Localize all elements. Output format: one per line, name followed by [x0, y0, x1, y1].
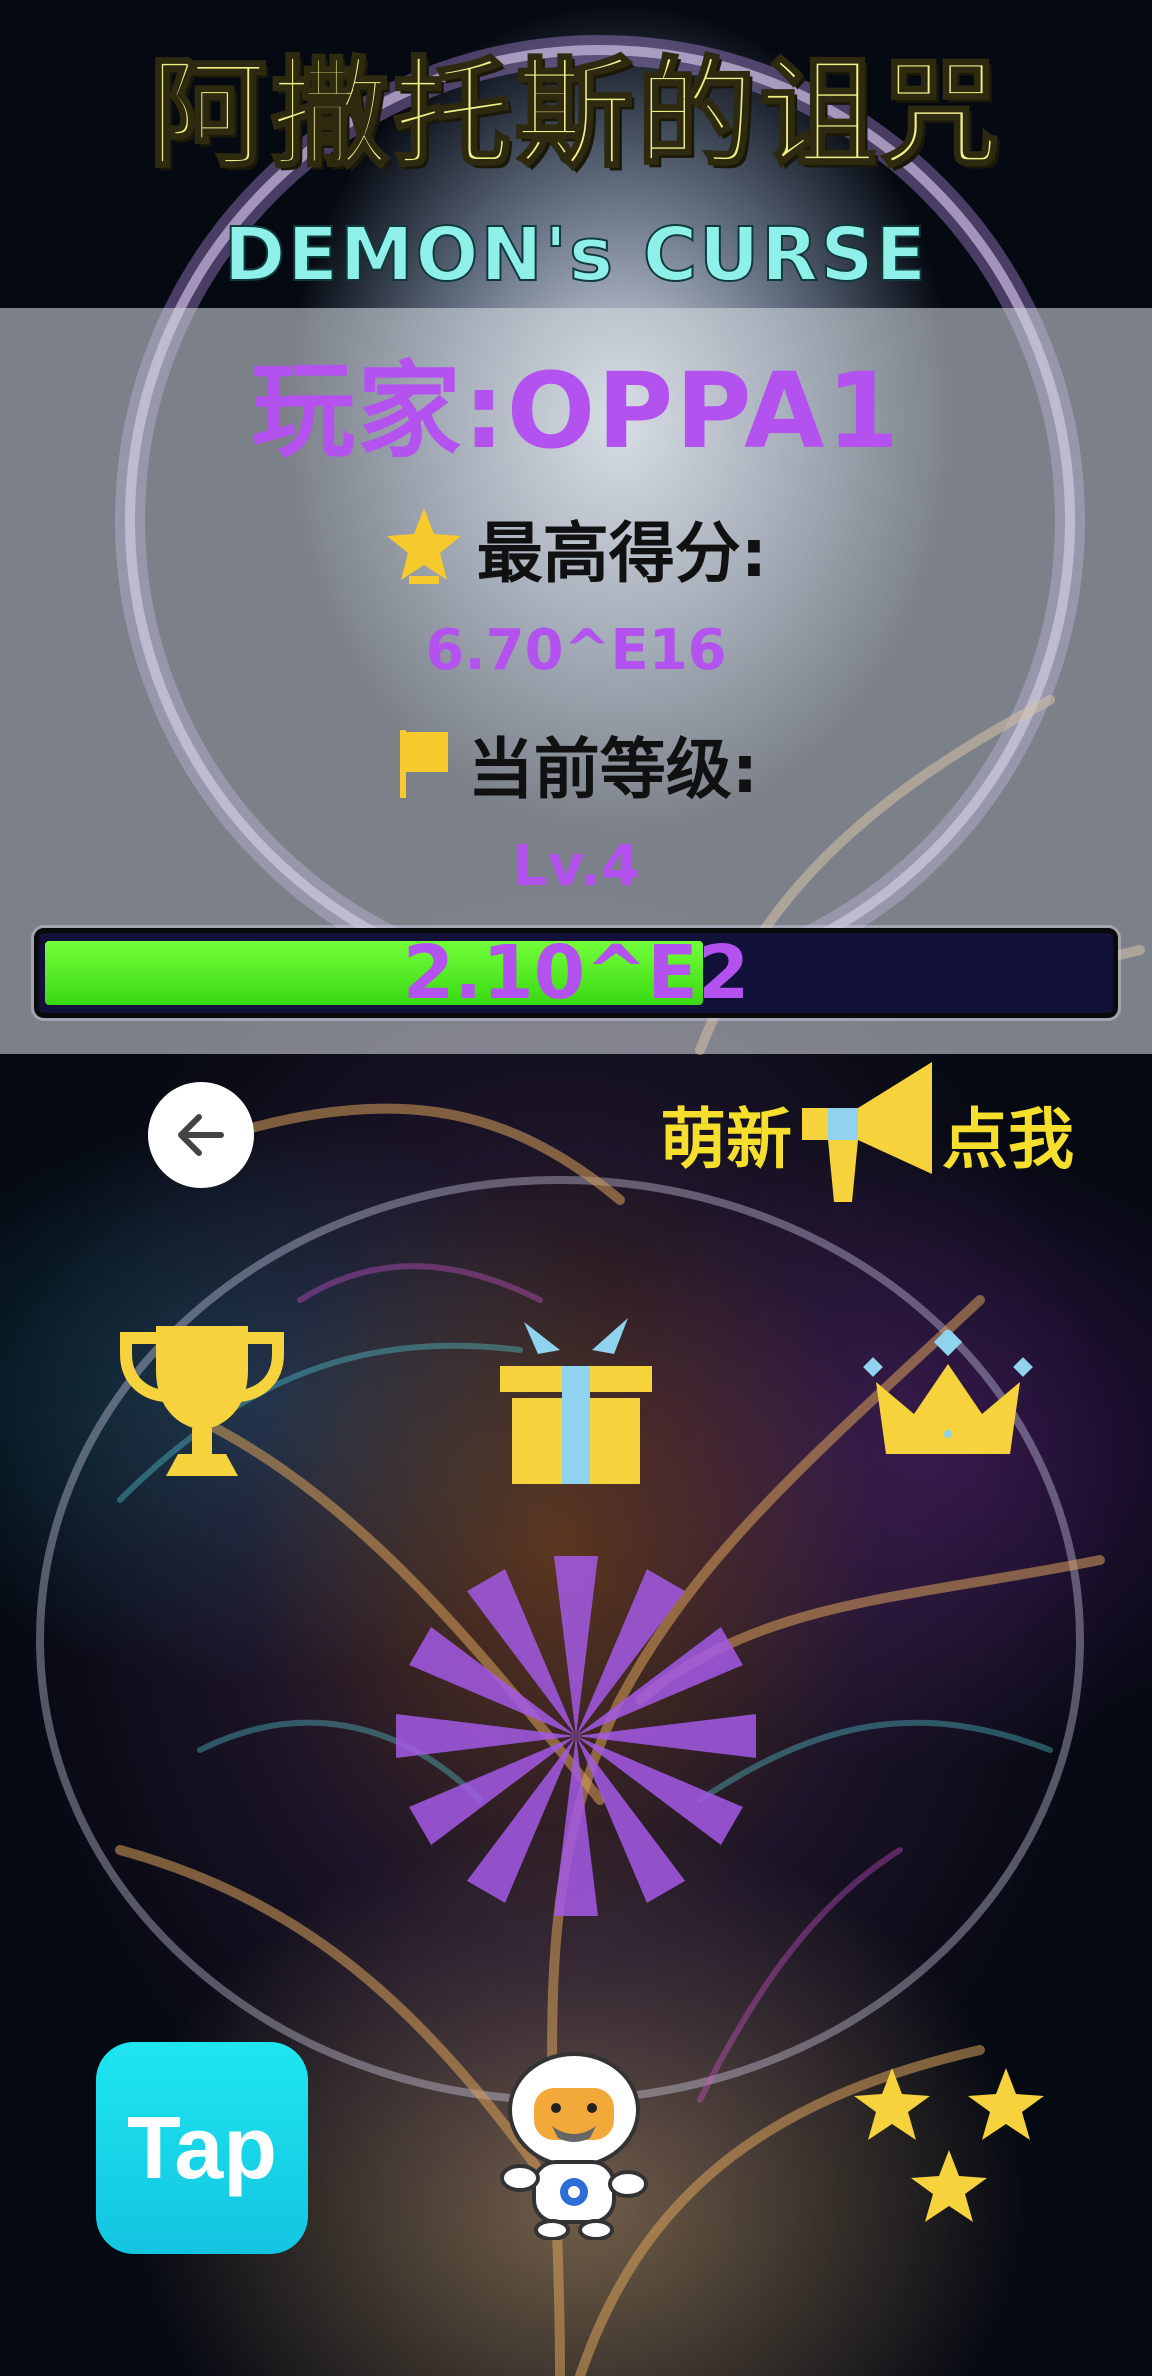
- newbie-guide-button[interactable]: 萌新 点我: [660, 1054, 1130, 1214]
- progress-text: 2.10^E2: [402, 930, 750, 1016]
- back-arrow-icon: [178, 1114, 224, 1156]
- gift-button[interactable]: [498, 1316, 654, 1492]
- high-score-row: 最高得分:: [0, 500, 1152, 596]
- level-row: 当前等级:: [0, 716, 1152, 812]
- star-icon: [386, 508, 461, 584]
- astronaut-button[interactable]: [494, 2052, 654, 2244]
- crown-icon: [863, 1327, 1033, 1454]
- vip-button[interactable]: [862, 1327, 1034, 1464]
- flag-icon: [399, 730, 448, 798]
- game-title-english: DEMON's CURSE: [223, 211, 929, 299]
- high-score-value: 6.70^E16: [425, 618, 727, 683]
- megaphone-icon: [802, 1062, 932, 1202]
- experience-progress-bar: 2.10^E2: [34, 928, 1118, 1018]
- player-stats-panel: 玩家:OPPA1 最高得分: 6.70^E16 当前等级: Lv.4 2.10^…: [0, 308, 1152, 1054]
- game-title-chinese: 阿撒托斯的诅咒: [147, 44, 1003, 185]
- spin-button[interactable]: [386, 1546, 766, 1930]
- high-score-label: 最高得分:: [476, 515, 768, 592]
- leaderboard-button[interactable]: [116, 1320, 288, 1482]
- level-label: 当前等级:: [467, 731, 759, 808]
- rating-stars-icon: [854, 2068, 1044, 2222]
- gift-icon: [500, 1318, 652, 1484]
- level-value: Lv.4: [512, 834, 640, 899]
- trophy-icon: [120, 1326, 284, 1476]
- spin-icon: [396, 1556, 756, 1916]
- click-me-label: 点我: [942, 1101, 1074, 1178]
- player-name: 玩家:OPPA1: [251, 350, 901, 472]
- back-button[interactable]: [148, 1082, 254, 1188]
- taptap-button[interactable]: Tap: [96, 2042, 308, 2254]
- rate-button[interactable]: [852, 2066, 1046, 2232]
- astronaut-icon: [500, 2052, 648, 2241]
- tap-label: Tap: [127, 2098, 277, 2197]
- newbie-label: 萌新: [660, 1101, 792, 1178]
